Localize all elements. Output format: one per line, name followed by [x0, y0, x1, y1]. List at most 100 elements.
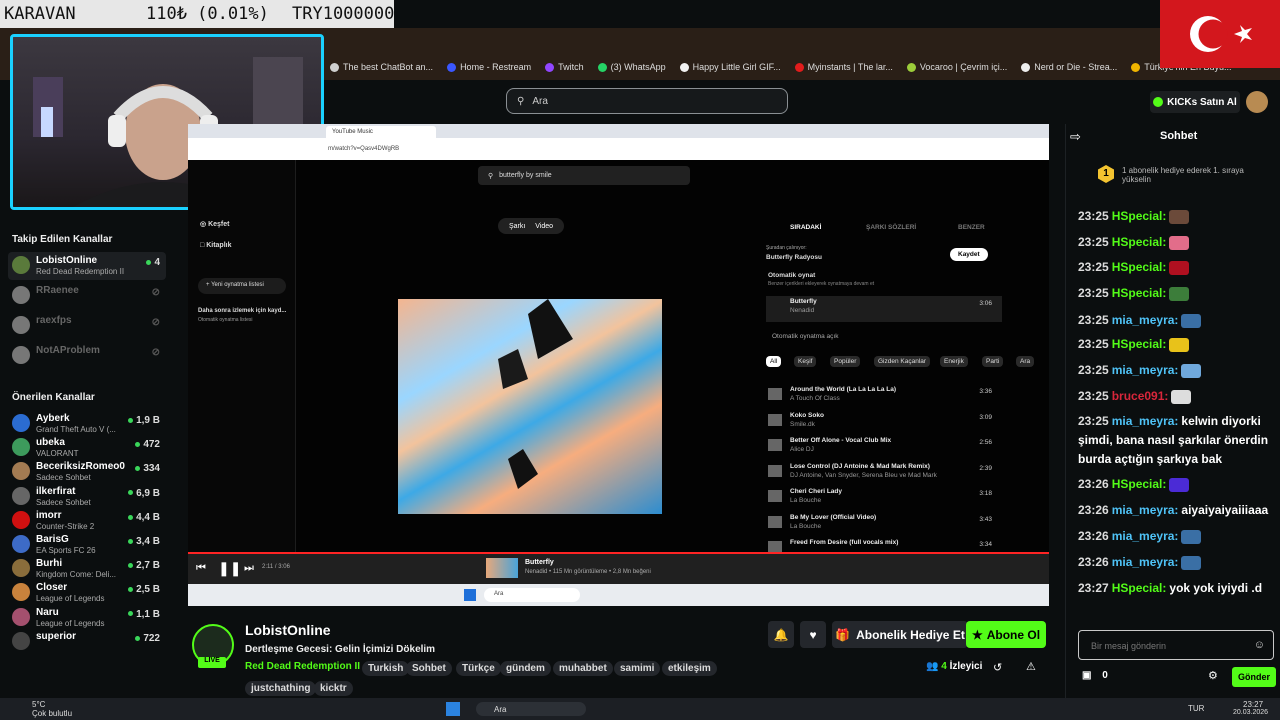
chat-input[interactable]: Bir mesaj gönderin ☺	[1078, 630, 1274, 660]
channel-avatar-small	[12, 631, 30, 650]
bookmark-item[interactable]: Vocaroo | Çevrim içi...	[906, 58, 1007, 76]
yt-queue-artist: Alice DJ	[790, 446, 814, 453]
yt-new-playlist-button: + Yeni oynatma listesi	[198, 278, 286, 294]
chat-settings-icon[interactable]: ⚙	[1208, 669, 1218, 682]
chat-username[interactable]: HSpecial:	[1112, 235, 1167, 249]
yt-tab: YouTube Music	[326, 126, 436, 138]
chat-username[interactable]: mia_meyra:	[1112, 555, 1179, 569]
yt-address-bar: m/watch?v=Qasv4DWgRB	[188, 138, 1049, 160]
stream-tag[interactable]: samimi	[614, 661, 661, 676]
sidebar-viewer-count: ⊘	[152, 347, 160, 358]
kicks-icon	[1153, 97, 1164, 107]
chat-username[interactable]: mia_meyra:	[1112, 363, 1179, 377]
share-icon[interactable]: ↺	[993, 661, 1002, 674]
notification-bell-button[interactable]: 🔔	[768, 621, 794, 648]
chat-emote	[1181, 529, 1202, 544]
channel-avatar-small	[12, 462, 30, 481]
subscribe-button[interactable]: ★ Abone Ol	[966, 621, 1046, 648]
stream-tag[interactable]: etkileşim	[662, 661, 717, 676]
collapse-chat-icon[interactable]: ⇨	[1070, 129, 1081, 145]
stream-tag[interactable]: Turkish	[362, 661, 410, 676]
report-icon[interactable]: ⚠	[1026, 660, 1036, 673]
rank-badge: 1	[1098, 165, 1114, 183]
chat-username[interactable]: HSpecial:	[1112, 337, 1167, 351]
chat-timestamp: 23:25	[1078, 414, 1109, 428]
sidebar-channel-name: raexfps	[36, 315, 72, 326]
follow-heart-button[interactable]: ♥	[800, 621, 826, 648]
yt-left-nav: ◎ Keşfet □ Kitaplık + Yeni oynatma liste…	[188, 160, 296, 552]
chat-username[interactable]: HSpecial:	[1112, 477, 1167, 491]
yt-queue-duration: 3:09	[979, 413, 992, 421]
followed-channels-title: Takip Edilen Kanallar	[12, 234, 113, 245]
bookmark-item[interactable]: Myinstants | The lar...	[794, 58, 893, 76]
search-input[interactable]: ⚲ Ara	[506, 88, 788, 114]
chat-message: 23:25 bruce091:	[1078, 387, 1272, 406]
chat-username[interactable]: mia_meyra:	[1112, 313, 1179, 327]
chat-emote	[1181, 313, 1202, 328]
sidebar-channel-notaproblem[interactable]: NotAProblem ⊘	[8, 342, 166, 370]
chat-timestamp: 23:25	[1078, 389, 1109, 403]
channel-points[interactable]: ▣ 0	[1082, 670, 1108, 681]
stream-tag[interactable]: kicktr	[314, 681, 353, 696]
stream-tag[interactable]: gündem	[500, 661, 551, 676]
stream-tag[interactable]: muhabbet	[553, 661, 613, 676]
chat-username[interactable]: mia_meyra:	[1112, 503, 1179, 517]
chat-username[interactable]: HSpecial:	[1112, 581, 1167, 595]
game-category-link[interactable]: Red Dead Redemption II	[245, 661, 360, 672]
offline-icon: ⊘	[151, 347, 160, 358]
yt-nav-explore-label: Keşfet	[208, 221, 230, 228]
bookmark-item[interactable]: The best ChatBot an...	[330, 58, 433, 76]
turkish-flag	[1160, 0, 1280, 68]
chat-username[interactable]: HSpecial:	[1112, 209, 1167, 223]
bookmark-item[interactable]: Twitch	[545, 58, 584, 76]
emoji-icon[interactable]: ☺	[1254, 639, 1265, 651]
chat-emote	[1171, 389, 1192, 404]
stream-video[interactable]: YouTube Music m/watch?v=Qasv4DWgRB ◎ Keş…	[188, 124, 1049, 606]
chat-leaderboard-banner[interactable]: 1 1 abonelik hediye ederek 1. sıraya yük…	[1092, 160, 1262, 190]
chat-message: 23:25 mia_meyra:	[1078, 311, 1272, 330]
yt-chip: Parti	[982, 356, 1004, 367]
chat-username[interactable]: bruce091:	[1112, 389, 1169, 403]
sidebar-channel-raexfps[interactable]: raexfps ⊘	[8, 312, 166, 340]
os-search[interactable]: Ara	[476, 702, 586, 716]
chat-username[interactable]: HSpecial:	[1112, 286, 1167, 300]
sidebar-channel-lobistonline[interactable]: LobistOnline Red Dead Redemption II 4	[8, 252, 166, 280]
chat-input-placeholder: Bir mesaj gönderin	[1091, 641, 1167, 651]
chat-message: 23:26 mia_meyra:	[1078, 553, 1272, 572]
bookmark-item[interactable]: (3) WhatsApp	[597, 58, 666, 76]
send-button[interactable]: Gönder	[1232, 667, 1276, 687]
chat-username[interactable]: mia_meyra:	[1112, 414, 1179, 428]
bookmark-label: (3) WhatsApp	[610, 62, 666, 72]
yt-queue-thumb	[768, 490, 782, 502]
sidebar-channel-game: VALORANT	[36, 449, 79, 459]
chat-username[interactable]: HSpecial:	[1112, 260, 1167, 274]
yt-chip: Enerjik	[940, 356, 968, 367]
sidebar-channel-game: Sadece Sohbet	[36, 497, 91, 507]
bookmark-item[interactable]: Nerd or Die - Strea...	[1021, 58, 1117, 76]
gift-subscription-button[interactable]: 🎁 Abonelik Hediye Et	[832, 621, 968, 648]
channel-name[interactable]: LobistOnline	[245, 622, 331, 638]
chat-username[interactable]: mia_meyra:	[1112, 529, 1179, 543]
chat-timestamp: 23:25	[1078, 313, 1109, 327]
yt-url-text: m/watch?v=Qasv4DWgRB	[328, 146, 400, 152]
stream-tag[interactable]: Sohbet	[406, 661, 452, 676]
windows-start-icon[interactable]	[446, 702, 460, 716]
stream-tag[interactable]: justchathing	[245, 681, 317, 696]
sidebar-channel-name: RRaenee	[36, 285, 79, 296]
viewer-number: 6,9 B	[136, 487, 160, 499]
sidebar-channel-name: Burhi	[36, 558, 63, 570]
channel-avatar-small	[12, 486, 30, 505]
yt-queue-artist: A Touch Of Class	[790, 395, 840, 402]
bookmark-item[interactable]: Home - Restream	[447, 58, 531, 76]
sidebar-viewer-count: 472	[135, 439, 160, 450]
bookmark-item[interactable]: Happy Little Girl GIF...	[679, 58, 781, 76]
sidebar-channel-superior[interactable]: superior 722	[8, 628, 166, 656]
buy-kicks-button[interactable]: KICKs Satın Al	[1150, 91, 1240, 113]
sidebar-channel-rraenee[interactable]: RRaenee ⊘	[8, 282, 166, 310]
user-avatar[interactable]	[1246, 91, 1268, 113]
sidebar-channel-game: Kingdom Come: Deli...	[36, 570, 117, 580]
chat-text: yok yok iyiydi .d	[1169, 581, 1263, 595]
stream-tag[interactable]: Türkçe	[456, 661, 501, 676]
chat-message: 23:26 mia_meyra:	[1078, 527, 1272, 546]
channel-avatar-small	[12, 438, 30, 457]
